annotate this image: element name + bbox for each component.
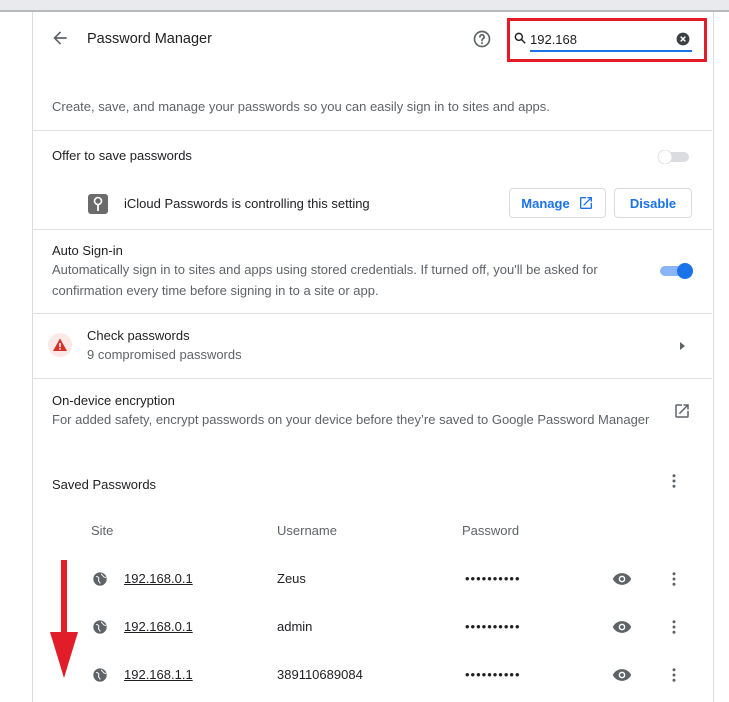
password-value: •••••••••• <box>465 619 521 634</box>
auto-signin-toggle[interactable] <box>660 263 693 279</box>
disable-button[interactable]: Disable <box>614 188 692 218</box>
offer-save-label: Offer to save passwords <box>52 148 192 163</box>
help-icon[interactable] <box>472 29 492 49</box>
search-input[interactable] <box>530 29 672 49</box>
top-bar <box>0 0 729 12</box>
saved-passwords-title: Saved Passwords <box>52 477 157 492</box>
page-title: Password Manager <box>87 31 212 47</box>
divider <box>32 130 712 131</box>
offer-save-toggle[interactable] <box>657 150 689 164</box>
username-value: Zeus <box>277 571 306 586</box>
row-menu-icon[interactable] <box>665 570 683 588</box>
row-menu-icon[interactable] <box>665 618 683 636</box>
column-header-password: Password <box>462 523 520 538</box>
search-underline <box>530 50 692 52</box>
site-link[interactable]: 192.168.1.1 <box>124 667 193 682</box>
password-value: •••••••••• <box>465 571 521 586</box>
eye-icon[interactable] <box>612 572 632 586</box>
divider <box>32 229 712 230</box>
disable-button-label: Disable <box>629 195 677 211</box>
kebab-menu-icon[interactable] <box>665 472 683 490</box>
column-header-site: Site <box>91 523 114 538</box>
column-header-username: Username <box>277 523 337 538</box>
globe-icon <box>93 620 107 634</box>
warning-icon <box>48 333 72 357</box>
key-icon <box>88 194 108 214</box>
globe-icon <box>93 668 107 682</box>
globe-icon <box>93 572 107 586</box>
username-value: 389110689084 <box>277 667 363 682</box>
auto-signin-label: Auto Sign-in <box>52 243 123 258</box>
chevron-right-icon <box>680 342 685 350</box>
down-arrow-icon <box>50 560 78 678</box>
username-value: admin <box>277 619 313 634</box>
external-link-icon[interactable] <box>673 402 691 420</box>
compromised-count: 9 compromised passwords <box>87 347 242 362</box>
eye-icon[interactable] <box>612 668 632 682</box>
eye-icon[interactable] <box>612 620 632 634</box>
encryption-description: For added safety, encrypt passwords on y… <box>52 412 650 427</box>
site-link[interactable]: 192.168.0.1 <box>124 619 193 634</box>
back-arrow-icon[interactable] <box>50 28 70 48</box>
divider <box>32 378 712 379</box>
site-link[interactable]: 192.168.0.1 <box>124 571 193 586</box>
check-passwords-label: Check passwords <box>87 328 190 343</box>
auto-signin-description-line2: confirmation every time before signing i… <box>52 283 379 298</box>
search-icon <box>514 32 526 44</box>
description-text: Create, save, and manage your passwords … <box>52 99 550 114</box>
row-menu-icon[interactable] <box>665 666 683 684</box>
external-link-icon <box>579 197 592 209</box>
manage-button-label: Manage <box>521 195 570 211</box>
managed-setting-text: iCloud Passwords is controlling this set… <box>124 196 370 211</box>
manage-button[interactable]: Manage <box>509 188 606 218</box>
password-value: •••••••••• <box>465 667 521 682</box>
encryption-label: On-device encryption <box>52 393 175 408</box>
clear-icon[interactable] <box>676 32 690 46</box>
auto-signin-description-line1: Automatically sign in to sites and apps … <box>52 262 598 277</box>
